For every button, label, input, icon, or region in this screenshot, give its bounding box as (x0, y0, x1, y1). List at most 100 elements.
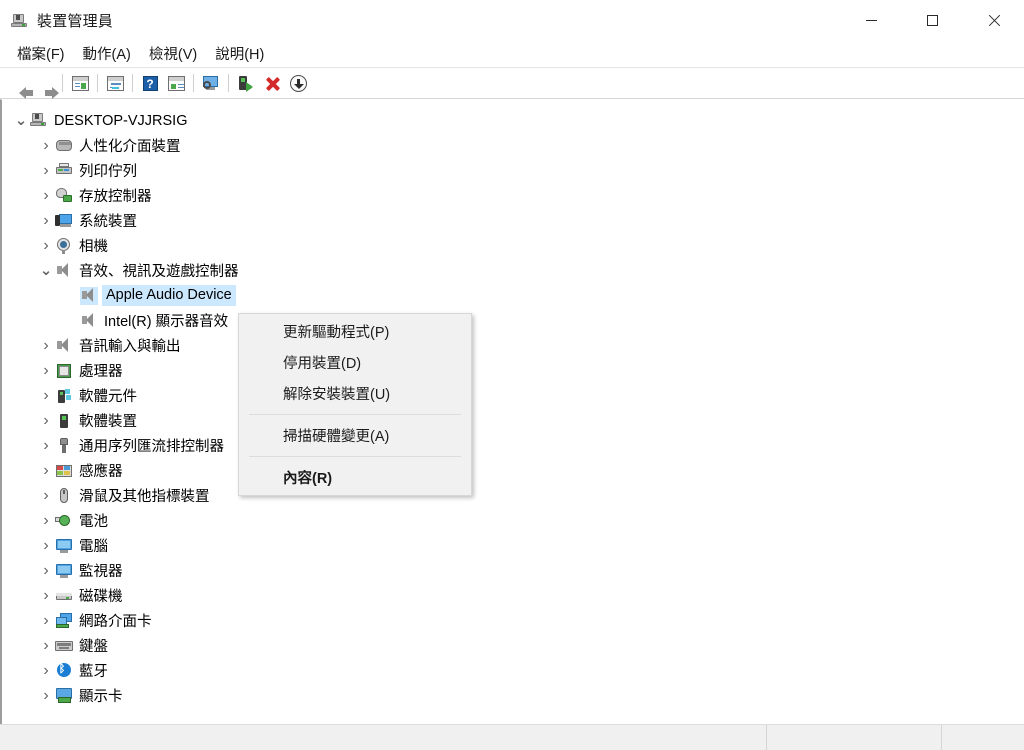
software-component-icon (55, 387, 73, 405)
tree-item[interactable]: › 監視器 (2, 558, 1024, 583)
tree-item-label: 音效、視訊及遊戲控制器 (79, 264, 239, 280)
tree-item[interactable]: › 人性化介面裝置 (2, 133, 1024, 158)
chevron-right-icon[interactable]: › (37, 233, 55, 258)
forward-button[interactable] (32, 71, 59, 99)
chevron-right-icon[interactable]: › (37, 358, 55, 383)
ctx-properties[interactable]: 內容(R) (239, 462, 471, 493)
tree-item[interactable]: › 通用序列匯流排控制器 (2, 433, 1024, 458)
show-hide-console-tree-button[interactable] (67, 71, 93, 95)
disable-device-button[interactable] (285, 71, 311, 95)
close-button[interactable] (963, 0, 1024, 40)
tree-item-label: 電池 (79, 514, 108, 530)
chevron-right-icon[interactable]: › (37, 158, 55, 183)
speaker-icon (55, 337, 73, 355)
ctx-uninstall-device[interactable]: 解除安裝裝置(U) (239, 378, 471, 409)
chevron-right-icon[interactable]: › (37, 383, 55, 408)
tree-item[interactable]: › 列印佇列 (2, 158, 1024, 183)
usb-icon (55, 437, 73, 455)
disable-device-icon (289, 74, 307, 92)
tree-item[interactable]: Intel(R) 顯示器音效 (2, 308, 1024, 333)
tree-item[interactable]: › 軟體元件 (2, 383, 1024, 408)
show-hide-console-tree-icon (71, 74, 90, 93)
tree-item[interactable]: › 顯示卡 (2, 683, 1024, 708)
title-bar-left: 裝置管理員 (0, 10, 113, 31)
chevron-right-icon[interactable]: › (37, 433, 55, 458)
close-icon (987, 14, 1000, 27)
printer-icon (55, 162, 73, 180)
uninstall-device-button[interactable] (259, 71, 285, 95)
tree-item[interactable]: › 鍵盤 (2, 633, 1024, 658)
tree-item[interactable]: › 系統裝置 (2, 208, 1024, 233)
tree-item[interactable]: › 相機 (2, 233, 1024, 258)
scan-hardware-changes-button[interactable] (198, 71, 224, 95)
speaker-icon (55, 262, 73, 280)
tree-item[interactable]: › 感應器 (2, 458, 1024, 483)
storage-icon (55, 187, 73, 205)
tree-item-label: 鍵盤 (79, 639, 108, 655)
chevron-right-icon[interactable]: › (37, 483, 55, 508)
tree-item[interactable]: › 音訊輸入與輸出 (2, 333, 1024, 358)
tree-item[interactable]: › 處理器 (2, 358, 1024, 383)
back-button[interactable] (6, 71, 33, 99)
chevron-right-icon[interactable]: › (37, 558, 55, 583)
details-view-button[interactable] (163, 71, 189, 95)
menu-file[interactable]: 檔案(F) (8, 40, 74, 67)
properties-icon (106, 74, 125, 93)
chevron-right-icon[interactable]: › (37, 608, 55, 633)
tree-item[interactable]: › 滑鼠及其他指標裝置 (2, 483, 1024, 508)
tree-item[interactable]: › 軟體裝置 (2, 408, 1024, 433)
properties-button[interactable] (102, 71, 128, 95)
ctx-update-driver[interactable]: 更新驅動程式(P) (239, 316, 471, 347)
tree-item[interactable]: › 磁碟機 (2, 583, 1024, 608)
tree-item[interactable]: Apple Audio Device (2, 283, 1024, 308)
chevron-right-icon[interactable]: › (37, 633, 55, 658)
tree-item-label: 系統裝置 (79, 214, 137, 230)
tree-item-label: 相機 (79, 239, 108, 255)
chevron-right-icon[interactable]: › (37, 658, 55, 683)
network-icon (55, 612, 73, 630)
menu-bar: 檔案(F) 動作(A) 檢視(V) 說明(H) (0, 40, 1024, 68)
tree-item[interactable]: ⌄ 音效、視訊及遊戲控制器 (2, 258, 1024, 283)
chevron-right-icon[interactable]: › (37, 458, 55, 483)
chevron-right-icon[interactable]: › (37, 583, 55, 608)
tree-item-label: Intel(R) 顯示器音效 (104, 314, 229, 330)
keyboard-icon (55, 637, 73, 655)
tree-item-label: 軟體元件 (79, 389, 137, 405)
chevron-right-icon[interactable]: › (37, 333, 55, 358)
tree-root-node[interactable]: ⌄ DESKTOP-VJJRSIG (2, 108, 1024, 133)
chevron-right-icon[interactable]: › (37, 683, 55, 708)
tree-item[interactable]: › 網路介面卡 (2, 608, 1024, 633)
chevron-right-icon[interactable]: › (37, 208, 55, 233)
window-controls (841, 0, 1024, 40)
chevron-right-icon[interactable]: › (37, 133, 55, 158)
disk-drive-icon (55, 587, 73, 605)
computer-icon (30, 112, 48, 130)
minimize-button[interactable] (841, 0, 902, 40)
tree-item[interactable]: › 電池 (2, 508, 1024, 533)
context-menu: 更新驅動程式(P) 停用裝置(D) 解除安裝裝置(U) 掃描硬體變更(A) 內容(R) (238, 313, 472, 496)
ctx-disable-device[interactable]: 停用裝置(D) (239, 347, 471, 378)
menu-action[interactable]: 動作(A) (74, 40, 140, 67)
speaker-icon (80, 286, 98, 305)
tree-item[interactable]: › ᛒ 藍牙 (2, 658, 1024, 683)
toolbar-separator-1 (62, 74, 63, 92)
tree-item[interactable]: › 電腦 (2, 533, 1024, 558)
help-button[interactable]: ? (137, 71, 163, 95)
window-title: 裝置管理員 (37, 12, 114, 30)
menu-view[interactable]: 檢視(V) (140, 40, 206, 67)
tree-item[interactable]: › 存放控制器 (2, 183, 1024, 208)
title-bar: 裝置管理員 (0, 0, 1024, 40)
chevron-down-icon[interactable]: ⌄ (12, 108, 30, 133)
chevron-right-icon[interactable]: › (37, 408, 55, 433)
details-view-icon (167, 74, 186, 93)
maximize-button[interactable] (902, 0, 963, 40)
menu-help[interactable]: 說明(H) (206, 40, 273, 67)
tree-item-label: DESKTOP-VJJRSIG (54, 112, 188, 129)
chevron-right-icon[interactable]: › (37, 508, 55, 533)
chevron-right-icon[interactable]: › (37, 183, 55, 208)
ctx-scan-hardware[interactable]: 掃描硬體變更(A) (239, 420, 471, 451)
chevron-down-icon[interactable]: ⌄ (37, 258, 55, 283)
chevron-right-icon[interactable]: › (37, 533, 55, 558)
update-driver-button[interactable] (233, 71, 259, 95)
scan-hardware-changes-icon (202, 74, 221, 93)
